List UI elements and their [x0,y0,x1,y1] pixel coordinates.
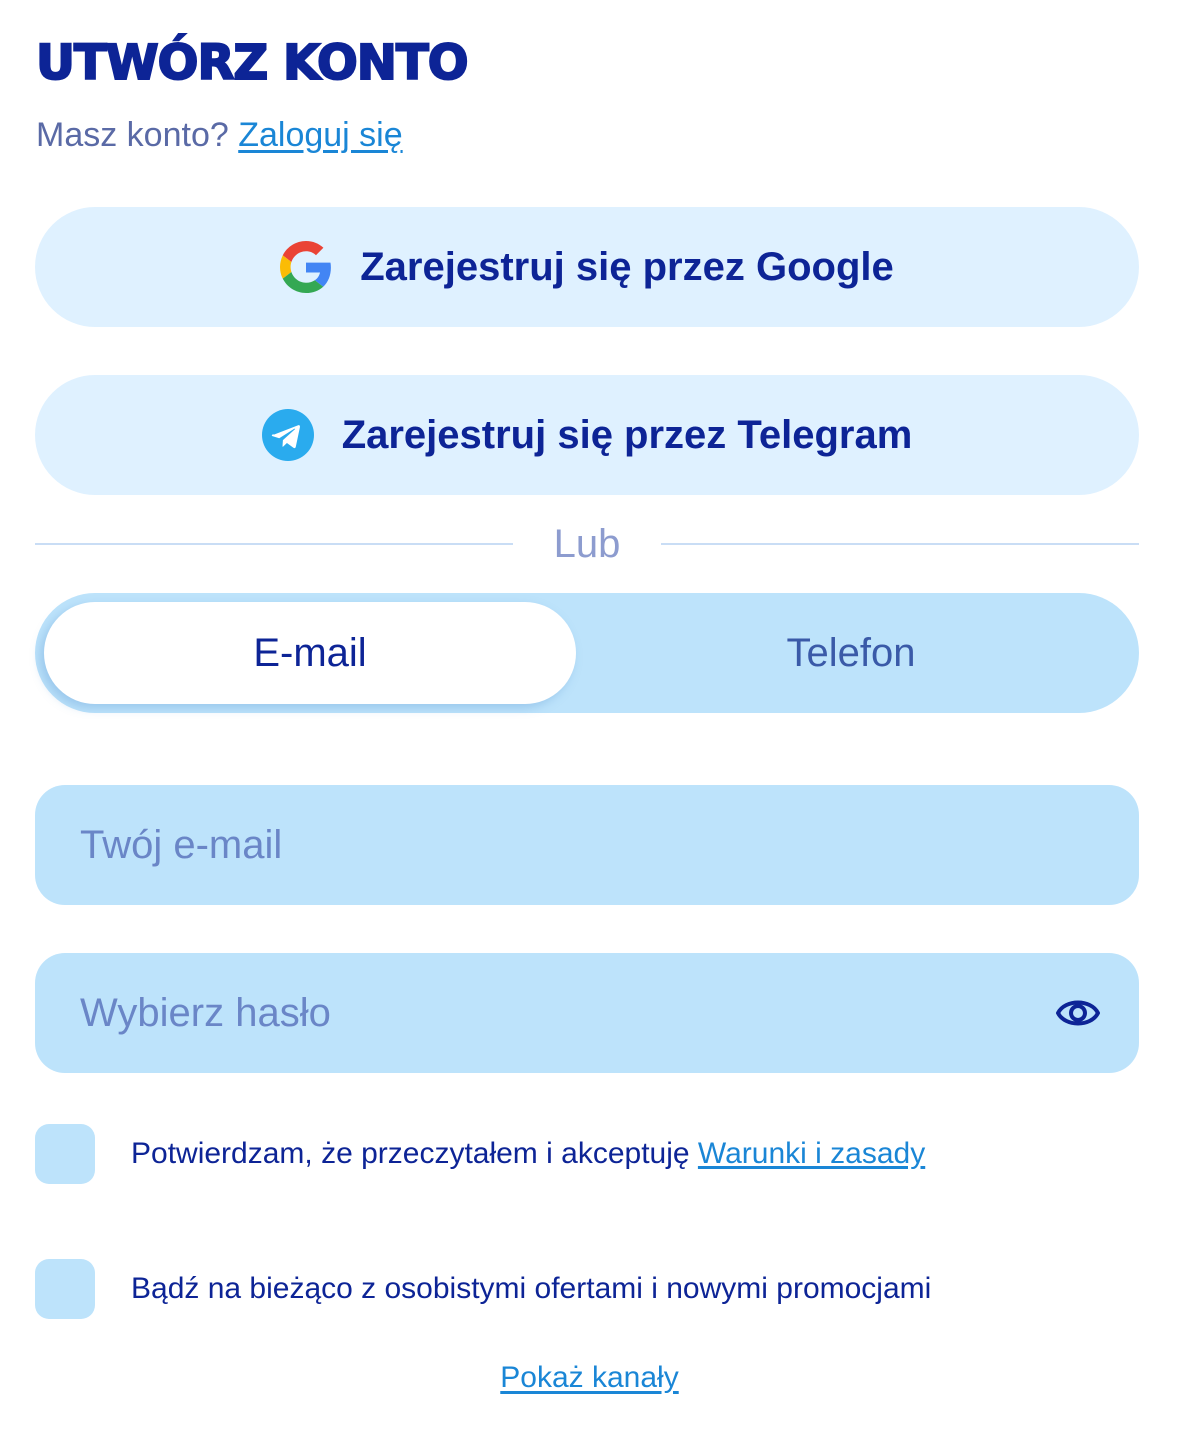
terms-consent-row: Potwierdzam, że przeczytałem i akceptuję… [35,1124,1139,1184]
google-signup-button[interactable]: Zarejestruj się przez Google [35,207,1139,327]
google-icon [280,241,332,293]
login-link[interactable]: Zaloguj się [238,116,402,154]
tab-phone[interactable]: Telefon [585,602,1117,704]
telegram-signup-label: Zarejestruj się przez Telegram [341,412,913,457]
page-title: UTWÓRZ KONTO [35,34,470,92]
google-signup-label: Zarejestruj się przez Google [360,244,894,289]
password-field-container [35,953,1139,1073]
email-input[interactable] [80,785,1040,905]
login-prompt-text: Masz konto? [36,116,239,154]
show-channels-link[interactable]: Pokaż kanały [500,1361,678,1394]
or-divider: Lub [35,520,1139,568]
signup-method-toggle: E-mail Telefon [35,593,1139,713]
telegram-signup-button[interactable]: Zarejestruj się przez Telegram [35,375,1139,495]
eye-icon[interactable] [1055,993,1101,1033]
terms-link[interactable]: Warunki i zasady [698,1137,925,1170]
terms-checkbox[interactable] [35,1124,95,1184]
login-prompt: Masz konto? Zaloguj się [36,112,403,158]
telegram-icon [261,409,314,461]
tab-email[interactable]: E-mail [44,602,576,704]
show-channels-container: Pokaż kanały [0,1356,1179,1400]
password-input[interactable] [80,953,1040,1073]
email-field-container [35,785,1139,905]
divider-line-right [661,543,1139,545]
promotions-label: Bądź na bieżąco z osobistymi ofertami i … [131,1272,932,1305]
promotions-checkbox[interactable] [35,1259,95,1319]
terms-text: Potwierdzam, że przeczytałem i akceptuję [131,1137,698,1170]
terms-label: Potwierdzam, że przeczytałem i akceptuję… [131,1124,925,1184]
promotions-consent-row: Bądź na bieżąco z osobistymi ofertami i … [35,1259,1139,1319]
